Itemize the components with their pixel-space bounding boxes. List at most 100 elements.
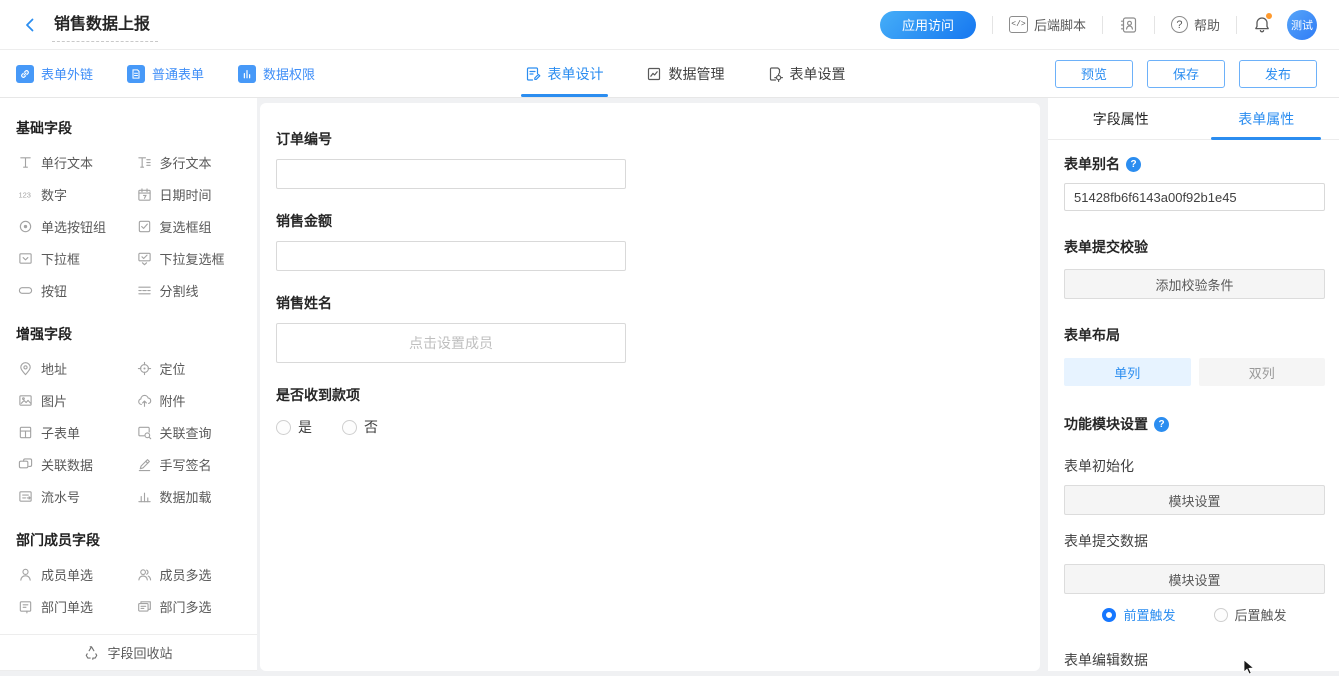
multi-line-text-icon	[137, 155, 152, 170]
toolbar-left-group: 表单外链 普通表单 数据权限	[16, 50, 315, 97]
button-icon	[18, 283, 33, 298]
radio-options-row: 是 否	[276, 417, 1040, 437]
toolbar-actions: 预览 保存 发布	[1055, 50, 1317, 97]
back-button[interactable]	[22, 17, 38, 33]
publish-button[interactable]: 发布	[1239, 60, 1317, 88]
help-badge-icon[interactable]: ?	[1154, 417, 1169, 432]
notification-dot	[1266, 13, 1272, 19]
form-alias-input[interactable]	[1064, 183, 1325, 211]
save-button[interactable]: 保存	[1147, 60, 1225, 88]
palette-item-number[interactable]: 123 数字	[10, 178, 129, 210]
code-icon: </>	[1009, 16, 1028, 33]
toolbar-item-data-permission[interactable]: 数据权限	[238, 64, 315, 83]
chevron-left-icon	[22, 17, 38, 33]
palette-item-data-load[interactable]: 数据加载	[129, 480, 248, 512]
add-validation-button[interactable]: 添加校验条件	[1064, 269, 1325, 299]
backend-script-button[interactable]: </> 后端脚本	[1009, 15, 1086, 34]
palette-item-location[interactable]: 定位	[129, 352, 248, 384]
order-number-input[interactable]	[276, 159, 626, 189]
question-circle-icon: ?	[1171, 16, 1188, 33]
palette-item-address[interactable]: 地址	[10, 352, 129, 384]
cloud-upload-icon	[137, 393, 152, 408]
submit-module-settings-button[interactable]: 模块设置	[1064, 564, 1325, 594]
palette-item-signature[interactable]: 手写签名	[129, 448, 248, 480]
init-module-settings-button[interactable]: 模块设置	[1064, 485, 1325, 515]
help-badge-icon[interactable]: ?	[1126, 157, 1141, 172]
form-field-payment-received[interactable]: 是否收到款项 是 否	[276, 385, 1040, 437]
form-field-order-number[interactable]: 订单编号	[276, 129, 1040, 189]
palette-item-serial-number[interactable]: 流水号	[10, 480, 129, 512]
palette-item-member-single[interactable]: 成员单选	[10, 558, 129, 590]
radio-circle-icon	[342, 420, 357, 435]
palette-item-dept-multi[interactable]: 部门多选	[129, 590, 248, 622]
pen-icon	[137, 457, 152, 472]
module-settings-label: 功能模块设置 ?	[1064, 414, 1325, 434]
submit-data-label: 表单提交数据	[1064, 531, 1325, 551]
palette-item-multi-line-text[interactable]: 多行文本	[129, 146, 248, 178]
radio-checked-icon	[1102, 608, 1116, 622]
form-builder-app: 销售数据上报 应用访问 </> 后端脚本 ? 帮助	[0, 0, 1339, 676]
palette-item-button[interactable]: 按钮	[10, 274, 129, 306]
preview-button[interactable]: 预览	[1055, 60, 1133, 88]
divider	[992, 16, 993, 34]
layout-option-single-column[interactable]: 单列	[1064, 358, 1191, 386]
linked-data-icon	[18, 457, 33, 472]
single-line-text-icon	[18, 155, 33, 170]
radio-option-yes[interactable]: 是	[276, 417, 312, 437]
app-access-button[interactable]: 应用访问	[880, 11, 976, 39]
member-picker[interactable]: 点击设置成员	[276, 323, 626, 363]
palette-item-attachment[interactable]: 附件	[129, 384, 248, 416]
edit-data-label: 表单编辑数据	[1064, 650, 1325, 670]
toolbar-center-tabs: 表单设计 数据管理 表单设置	[525, 50, 846, 97]
form-design-icon	[525, 66, 541, 82]
palette-item-subform[interactable]: 子表单	[10, 416, 129, 448]
link-icon	[16, 65, 34, 83]
sales-amount-input[interactable]	[276, 241, 626, 271]
tab-form-design[interactable]: 表单设计	[525, 50, 604, 97]
section-title-basic-fields: 基础字段	[0, 98, 257, 146]
panel-body: 表单别名 ? 表单提交校验 添加校验条件 表单布局 单列 双列 功能模块设置 ?…	[1048, 154, 1339, 671]
palette-item-image[interactable]: 图片	[10, 384, 129, 416]
form-field-sales-name[interactable]: 销售姓名 点击设置成员	[276, 293, 1040, 363]
toolbar: 表单外链 普通表单 数据权限	[0, 50, 1339, 98]
tab-data-management[interactable]: 数据管理	[646, 50, 725, 97]
divider	[1154, 16, 1155, 34]
toolbar-item-form-external-link[interactable]: 表单外链	[16, 64, 93, 83]
palette-item-radio-group[interactable]: 单选按钮组	[10, 210, 129, 242]
avatar[interactable]: 测试	[1287, 10, 1317, 40]
radio-option-no[interactable]: 否	[342, 417, 378, 437]
palette-item-dropdown[interactable]: 下拉框	[10, 242, 129, 274]
radio-circle-icon	[1214, 608, 1228, 622]
palette-item-dropdown-multi[interactable]: 下拉复选框	[129, 242, 248, 274]
notification-bell-button[interactable]	[1253, 15, 1271, 34]
palette-item-linked-data[interactable]: 关联数据	[10, 448, 129, 480]
tab-field-properties[interactable]: 字段属性	[1048, 98, 1194, 139]
radio-option-pre-trigger[interactable]: 前置触发	[1102, 605, 1175, 624]
calendar-icon	[137, 187, 152, 202]
form-design-canvas[interactable]: 订单编号 销售金额 销售姓名 点击设置成员 是否收到款项	[260, 103, 1040, 671]
contacts-button[interactable]	[1119, 16, 1138, 34]
layout-option-double-column[interactable]: 双列	[1199, 358, 1326, 386]
palette-item-linked-query[interactable]: 关联查询	[129, 416, 248, 448]
palette-item-checkbox-group[interactable]: 复选框组	[129, 210, 248, 242]
form-field-sales-amount[interactable]: 销售金额	[276, 211, 1040, 271]
tab-form-properties[interactable]: 表单属性	[1194, 98, 1339, 139]
department-multi-icon	[137, 599, 152, 614]
member-fields-grid: 成员单选 成员多选 部门单选 部门多选	[0, 558, 257, 622]
palette-item-member-multi[interactable]: 成员多选	[129, 558, 248, 590]
help-button[interactable]: ? 帮助	[1171, 15, 1220, 34]
page-title[interactable]: 销售数据上报	[52, 8, 158, 42]
tab-form-settings[interactable]: 表单设置	[767, 50, 846, 97]
department-icon	[18, 599, 33, 614]
palette-item-datetime[interactable]: 日期时间	[129, 178, 248, 210]
toolbar-item-normal-form[interactable]: 普通表单	[127, 64, 204, 83]
contacts-icon	[1119, 16, 1138, 34]
radio-option-post-trigger[interactable]: 后置触发	[1214, 605, 1287, 624]
bar-chart-icon	[238, 65, 256, 83]
field-label: 销售金额	[276, 211, 1040, 231]
palette-item-single-line-text[interactable]: 单行文本	[10, 146, 129, 178]
palette-item-divider-line[interactable]: 分割线	[129, 274, 248, 306]
field-recycle-bin-button[interactable]: 字段回收站	[0, 634, 257, 671]
palette-item-dept-single[interactable]: 部门单选	[10, 590, 129, 622]
section-title-member-fields: 部门成员字段	[0, 512, 257, 558]
